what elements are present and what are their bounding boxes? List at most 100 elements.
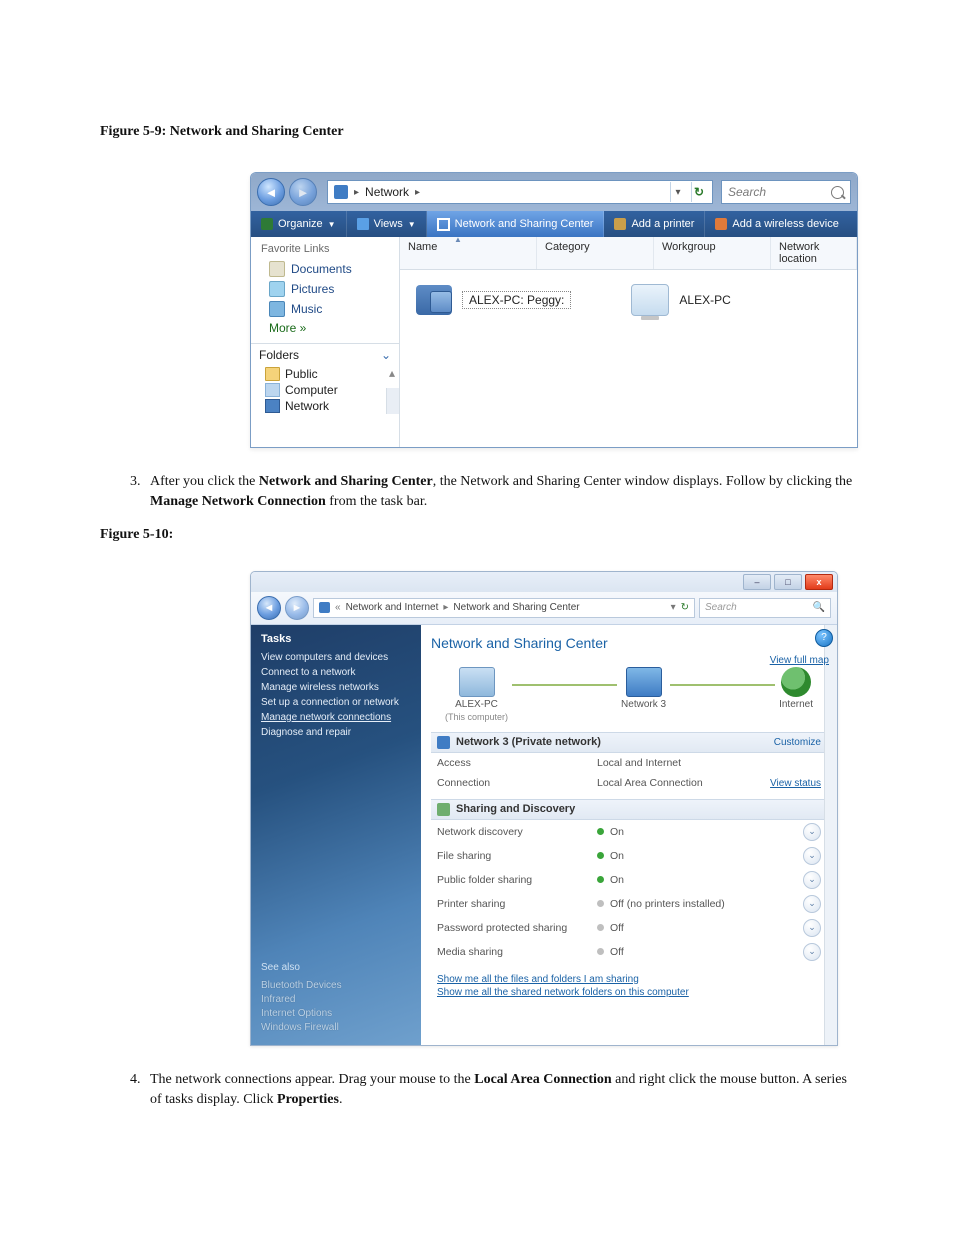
seealso-windows-firewall[interactable]: Windows Firewall [261, 1022, 411, 1033]
nav-forward-button[interactable]: ► [289, 178, 317, 206]
organize-button[interactable]: Organize ▼ [251, 211, 347, 237]
view-status-link[interactable]: View status [770, 778, 821, 789]
scroll-up-icon[interactable]: ▴ [389, 366, 395, 380]
status-dot-on-icon [597, 876, 604, 883]
favorite-pictures[interactable]: Pictures [251, 279, 399, 299]
figure-5-10-caption: Figure 5-10: [100, 527, 854, 543]
printer-icon [614, 218, 626, 230]
tasks-header: Tasks [261, 633, 411, 645]
figure-5-9-caption: Figure 5-9: Network and Sharing Center [100, 124, 854, 140]
address-bar[interactable]: « Network and Internet ▸ Network and Sha… [313, 598, 695, 618]
views-button[interactable]: Views ▼ [347, 211, 427, 237]
nsc-titlebar: ◄ ► « Network and Internet ▸ Network and… [251, 592, 837, 625]
col-category[interactable]: Category [537, 237, 654, 269]
scrollbar[interactable] [386, 388, 399, 414]
customize-link[interactable]: Customize [774, 737, 821, 748]
see-also-header: See also [261, 962, 411, 973]
map-network: Network 3 [621, 667, 666, 722]
maximize-button[interactable]: □ [774, 574, 802, 590]
col-network-location[interactable]: Network location [771, 237, 857, 269]
task-diagnose-repair[interactable]: Diagnose and repair [261, 727, 411, 738]
address-refresh-button[interactable]: ↻ [691, 182, 706, 202]
tree-computer[interactable]: Computer [265, 382, 399, 398]
task-setup-connection[interactable]: Set up a connection or network [261, 697, 411, 708]
search-input[interactable]: Search 🔍 [699, 598, 831, 618]
nav-forward-button[interactable]: ► [285, 596, 309, 620]
help-button[interactable]: ? [815, 629, 833, 647]
explorer-content: ▲Name Category Workgroup Network locatio… [400, 237, 857, 447]
add-wireless-device-button[interactable]: Add a wireless device [705, 211, 848, 237]
nsc-icon [319, 602, 330, 613]
map-line-icon [670, 684, 775, 686]
minimize-button[interactable]: – [743, 574, 771, 590]
address-refresh-button[interactable]: ↻ [681, 602, 689, 613]
task-manage-connections[interactable]: Manage network connections [261, 712, 411, 723]
computer-icon [631, 284, 669, 316]
status-dot-on-icon [597, 852, 604, 859]
close-button[interactable]: x [805, 574, 833, 590]
column-headers: ▲Name Category Workgroup Network locatio… [400, 237, 857, 270]
network-item-computer[interactable]: ALEX-PC [631, 284, 730, 316]
explorer-toolbar: Organize ▼ Views ▼ Network and Sharing C… [251, 211, 857, 237]
status-dot-off-icon [597, 924, 604, 931]
wireless-icon [715, 218, 727, 230]
network-item-share-label: ALEX-PC: Peggy: [462, 291, 571, 309]
network-item-share[interactable]: ALEX-PC: Peggy: [416, 285, 571, 315]
search-placeholder: Search [728, 185, 766, 199]
search-input[interactable]: Search [721, 180, 851, 204]
seealso-internet-options[interactable]: Internet Options [261, 1008, 411, 1019]
network-sharing-center-button[interactable]: Network and Sharing Center [427, 211, 605, 237]
map-internet: Internet [779, 667, 813, 722]
sharing-discovery-header: Sharing and Discovery [431, 799, 827, 820]
row-public-folder-sharing: Public folder sharing On ⌄ [431, 868, 827, 892]
nav-back-button[interactable]: ◄ [257, 596, 281, 620]
add-printer-button[interactable]: Add a printer [604, 211, 705, 237]
window-chrome: – □ x [251, 572, 837, 592]
favorite-documents[interactable]: Documents [251, 259, 399, 279]
nsc-icon [437, 218, 450, 231]
seealso-infrared[interactable]: Infrared [261, 994, 411, 1005]
row-connection: Connection Local Area Connection View st… [431, 773, 827, 793]
address-dropdown-button[interactable]: ▾ [670, 182, 685, 202]
seealso-bluetooth[interactable]: Bluetooth Devices [261, 980, 411, 991]
address-dropdown-button[interactable]: ▾ [671, 602, 676, 613]
page-title: Network and Sharing Center [431, 635, 827, 651]
col-workgroup[interactable]: Workgroup [654, 237, 771, 269]
expand-button[interactable]: ⌄ [803, 823, 821, 841]
computer-icon [265, 383, 280, 397]
col-name[interactable]: ▲Name [400, 237, 537, 269]
link-show-sharing-files[interactable]: Show me all the files and folders I am s… [437, 974, 821, 985]
expand-button[interactable]: ⌄ [803, 919, 821, 937]
music-icon [269, 301, 285, 317]
expand-button[interactable]: ⌄ [803, 943, 821, 961]
breadcrumb-arrow-icon: ▸ [415, 187, 420, 198]
figure-5-10-label: Figure 5-10: [100, 527, 173, 542]
address-bar[interactable]: ▸ Network ▸ ▾ ↻ [327, 180, 713, 204]
task-connect-network[interactable]: Connect to a network [261, 667, 411, 678]
favorite-more[interactable]: More » [251, 319, 399, 341]
expand-button[interactable]: ⌄ [803, 847, 821, 865]
link-show-shared-folders[interactable]: Show me all the shared network folders o… [437, 987, 821, 998]
step-3: After you click the Network and Sharing … [120, 472, 854, 513]
tree-network[interactable]: Network [265, 398, 399, 414]
search-icon [831, 186, 844, 199]
row-media-sharing: Media sharing Off ⌄ [431, 940, 827, 964]
row-file-sharing: File sharing On ⌄ [431, 844, 827, 868]
tree-public[interactable]: Public [265, 366, 399, 382]
network-icon [626, 667, 662, 697]
map-line-icon [512, 684, 617, 686]
breadcrumb-lvl2: Network and Sharing Center [453, 602, 579, 613]
nav-back-button[interactable]: ◄ [257, 178, 285, 206]
views-icon [357, 218, 369, 230]
expand-button[interactable]: ⌄ [803, 871, 821, 889]
task-manage-wireless[interactable]: Manage wireless networks [261, 682, 411, 693]
view-full-map-link[interactable]: View full map [770, 655, 829, 666]
share-icon [437, 803, 450, 816]
favorite-music[interactable]: Music [251, 299, 399, 319]
scrollbar[interactable] [824, 625, 837, 1045]
map-this-computer: ALEX-PC (This computer) [445, 667, 508, 722]
network-item-computer-label: ALEX-PC [679, 293, 730, 307]
task-view-computers[interactable]: View computers and devices [261, 652, 411, 663]
folders-header[interactable]: Folders ⌄ [251, 344, 399, 366]
expand-button[interactable]: ⌄ [803, 895, 821, 913]
